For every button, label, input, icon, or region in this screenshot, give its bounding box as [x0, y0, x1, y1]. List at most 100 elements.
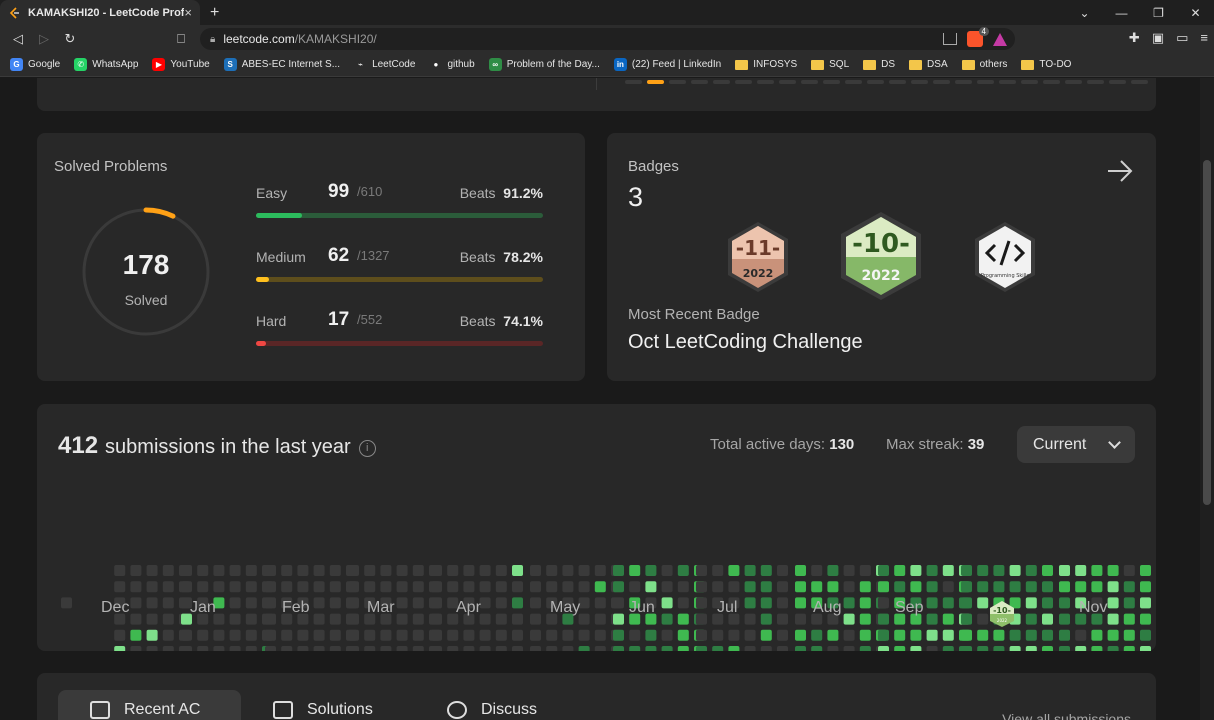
- heatmap-cell[interactable]: [645, 581, 657, 593]
- heatmap-cell[interactable]: [348, 597, 359, 609]
- heatmap-cell[interactable]: [181, 581, 192, 593]
- arrow-right-icon[interactable]: [1106, 157, 1134, 185]
- heatmap-cell[interactable]: [380, 646, 392, 651]
- heatmap-cell[interactable]: [777, 629, 788, 641]
- heatmap-cell[interactable]: [744, 565, 756, 576]
- heatmap-cell[interactable]: [530, 581, 541, 593]
- heatmap-cell[interactable]: [546, 581, 558, 593]
- heatmap-cell[interactable]: [1042, 565, 1053, 576]
- heatmap-cell[interactable]: [926, 581, 938, 593]
- heatmap-cell[interactable]: [843, 629, 855, 641]
- heatmap-cell[interactable]: [313, 565, 325, 576]
- heatmap-cell[interactable]: [396, 581, 408, 593]
- heatmap-cell[interactable]: [329, 646, 341, 651]
- heatmap-cell[interactable]: [661, 581, 673, 593]
- heatmap-cell[interactable]: [961, 646, 972, 651]
- heatmap-cell[interactable]: [412, 565, 424, 576]
- heatmap-cell[interactable]: [859, 629, 871, 641]
- heatmap-cell[interactable]: [396, 613, 408, 625]
- heatmap-cell[interactable]: [162, 597, 174, 609]
- heatmap-cell[interactable]: [760, 629, 772, 641]
- heatmap-cell[interactable]: [942, 646, 954, 651]
- heatmap-cell[interactable]: [297, 629, 309, 641]
- bookmark-item[interactable]: ⌁ LeetCode: [354, 58, 415, 71]
- heatmap-cell[interactable]: [977, 565, 989, 576]
- heatmap-cell[interactable]: [961, 629, 972, 641]
- heatmap-cell[interactable]: [926, 646, 938, 651]
- heatmap-cell[interactable]: [146, 646, 158, 651]
- heatmap-cell[interactable]: [795, 646, 806, 651]
- heatmap-cell[interactable]: [993, 629, 1005, 641]
- heatmap-cell[interactable]: [613, 565, 624, 576]
- heatmap-cell[interactable]: [348, 629, 359, 641]
- heatmap-cell[interactable]: [696, 646, 707, 651]
- heatmap-cell[interactable]: [245, 629, 257, 641]
- heatmap-cell[interactable]: [281, 646, 293, 651]
- heatmap-cell[interactable]: [281, 581, 293, 593]
- heatmap-cell[interactable]: [396, 629, 408, 641]
- heatmap-cell[interactable]: [859, 613, 871, 625]
- heatmap-cell[interactable]: [1009, 581, 1021, 593]
- heatmap-cell[interactable]: [827, 646, 839, 651]
- heatmap-cell[interactable]: [993, 565, 1005, 576]
- heatmap-cell[interactable]: [181, 646, 192, 651]
- heatmap-cell[interactable]: [594, 565, 606, 576]
- heatmap-cell[interactable]: [843, 646, 855, 651]
- brave-rewards-icon[interactable]: [993, 32, 1007, 46]
- heatmap-cell[interactable]: [265, 629, 276, 641]
- heatmap-cell[interactable]: [843, 565, 855, 576]
- heatmap-cell[interactable]: [1025, 613, 1037, 625]
- heatmap-cell[interactable]: [878, 613, 889, 625]
- bookmark-item[interactable]: G Google: [10, 58, 60, 71]
- heatmap-cell[interactable]: [744, 646, 756, 651]
- heatmap-cell[interactable]: [696, 581, 707, 593]
- heatmap-cell[interactable]: [645, 565, 657, 576]
- tab-close-icon[interactable]: ×: [184, 5, 192, 20]
- heatmap-cell[interactable]: [859, 597, 871, 609]
- heatmap-cell[interactable]: [297, 581, 309, 593]
- browser-tab[interactable]: KAMAKSHI20 - LeetCode Profile ×: [0, 0, 200, 25]
- heatmap-cell[interactable]: [1123, 613, 1135, 625]
- heatmap-cell[interactable]: [977, 646, 989, 651]
- heatmap-cell[interactable]: [562, 629, 574, 641]
- heatmap-cell[interactable]: [495, 565, 507, 576]
- heatmap-cell[interactable]: [760, 597, 772, 609]
- heatmap-cell[interactable]: [265, 613, 276, 625]
- heatmap-cell[interactable]: [162, 613, 174, 625]
- heatmap-cell[interactable]: [495, 613, 507, 625]
- heatmap-cell[interactable]: [1025, 581, 1037, 593]
- heatmap-cell[interactable]: [348, 646, 359, 651]
- tab-search-icon[interactable]: ⌄: [1066, 0, 1103, 25]
- heatmap-cell[interactable]: [728, 581, 740, 593]
- heatmap-cell[interactable]: [431, 597, 442, 609]
- heatmap-cell[interactable]: [1140, 565, 1151, 576]
- bookmark-icon[interactable]: ⎕: [168, 25, 194, 53]
- heatmap-cell[interactable]: [431, 646, 442, 651]
- heatmap-cell[interactable]: [265, 581, 276, 593]
- heatmap-cell[interactable]: [146, 613, 158, 625]
- heatmap-cell[interactable]: [910, 646, 922, 651]
- heatmap-cell[interactable]: [910, 565, 922, 576]
- heatmap-cell[interactable]: [728, 565, 740, 576]
- heatmap-cell[interactable]: [562, 646, 574, 651]
- heatmap-cell[interactable]: [431, 581, 442, 593]
- heatmap-cell[interactable]: [213, 629, 225, 641]
- heatmap-cell[interactable]: [777, 597, 788, 609]
- heatmap-cell[interactable]: [942, 613, 954, 625]
- new-tab-button[interactable]: +: [210, 0, 219, 25]
- heatmap-cell[interactable]: [827, 629, 839, 641]
- heatmap-cell[interactable]: [1059, 597, 1070, 609]
- heatmap-cell[interactable]: [1042, 646, 1053, 651]
- heatmap-cell[interactable]: [661, 629, 673, 641]
- heatmap-cell[interactable]: [1140, 581, 1151, 593]
- heatmap-cell[interactable]: [677, 613, 689, 625]
- heatmap-cell[interactable]: [61, 597, 72, 609]
- heatmap-cell[interactable]: [297, 646, 309, 651]
- heatmap-cell[interactable]: [1025, 646, 1037, 651]
- heatmap-cell[interactable]: [811, 629, 823, 641]
- heatmap-cell[interactable]: [162, 565, 174, 576]
- heatmap-cell[interactable]: [977, 629, 989, 641]
- heatmap-cell[interactable]: [396, 646, 408, 651]
- heatmap-cell[interactable]: [811, 581, 823, 593]
- heatmap-cell[interactable]: [1059, 613, 1070, 625]
